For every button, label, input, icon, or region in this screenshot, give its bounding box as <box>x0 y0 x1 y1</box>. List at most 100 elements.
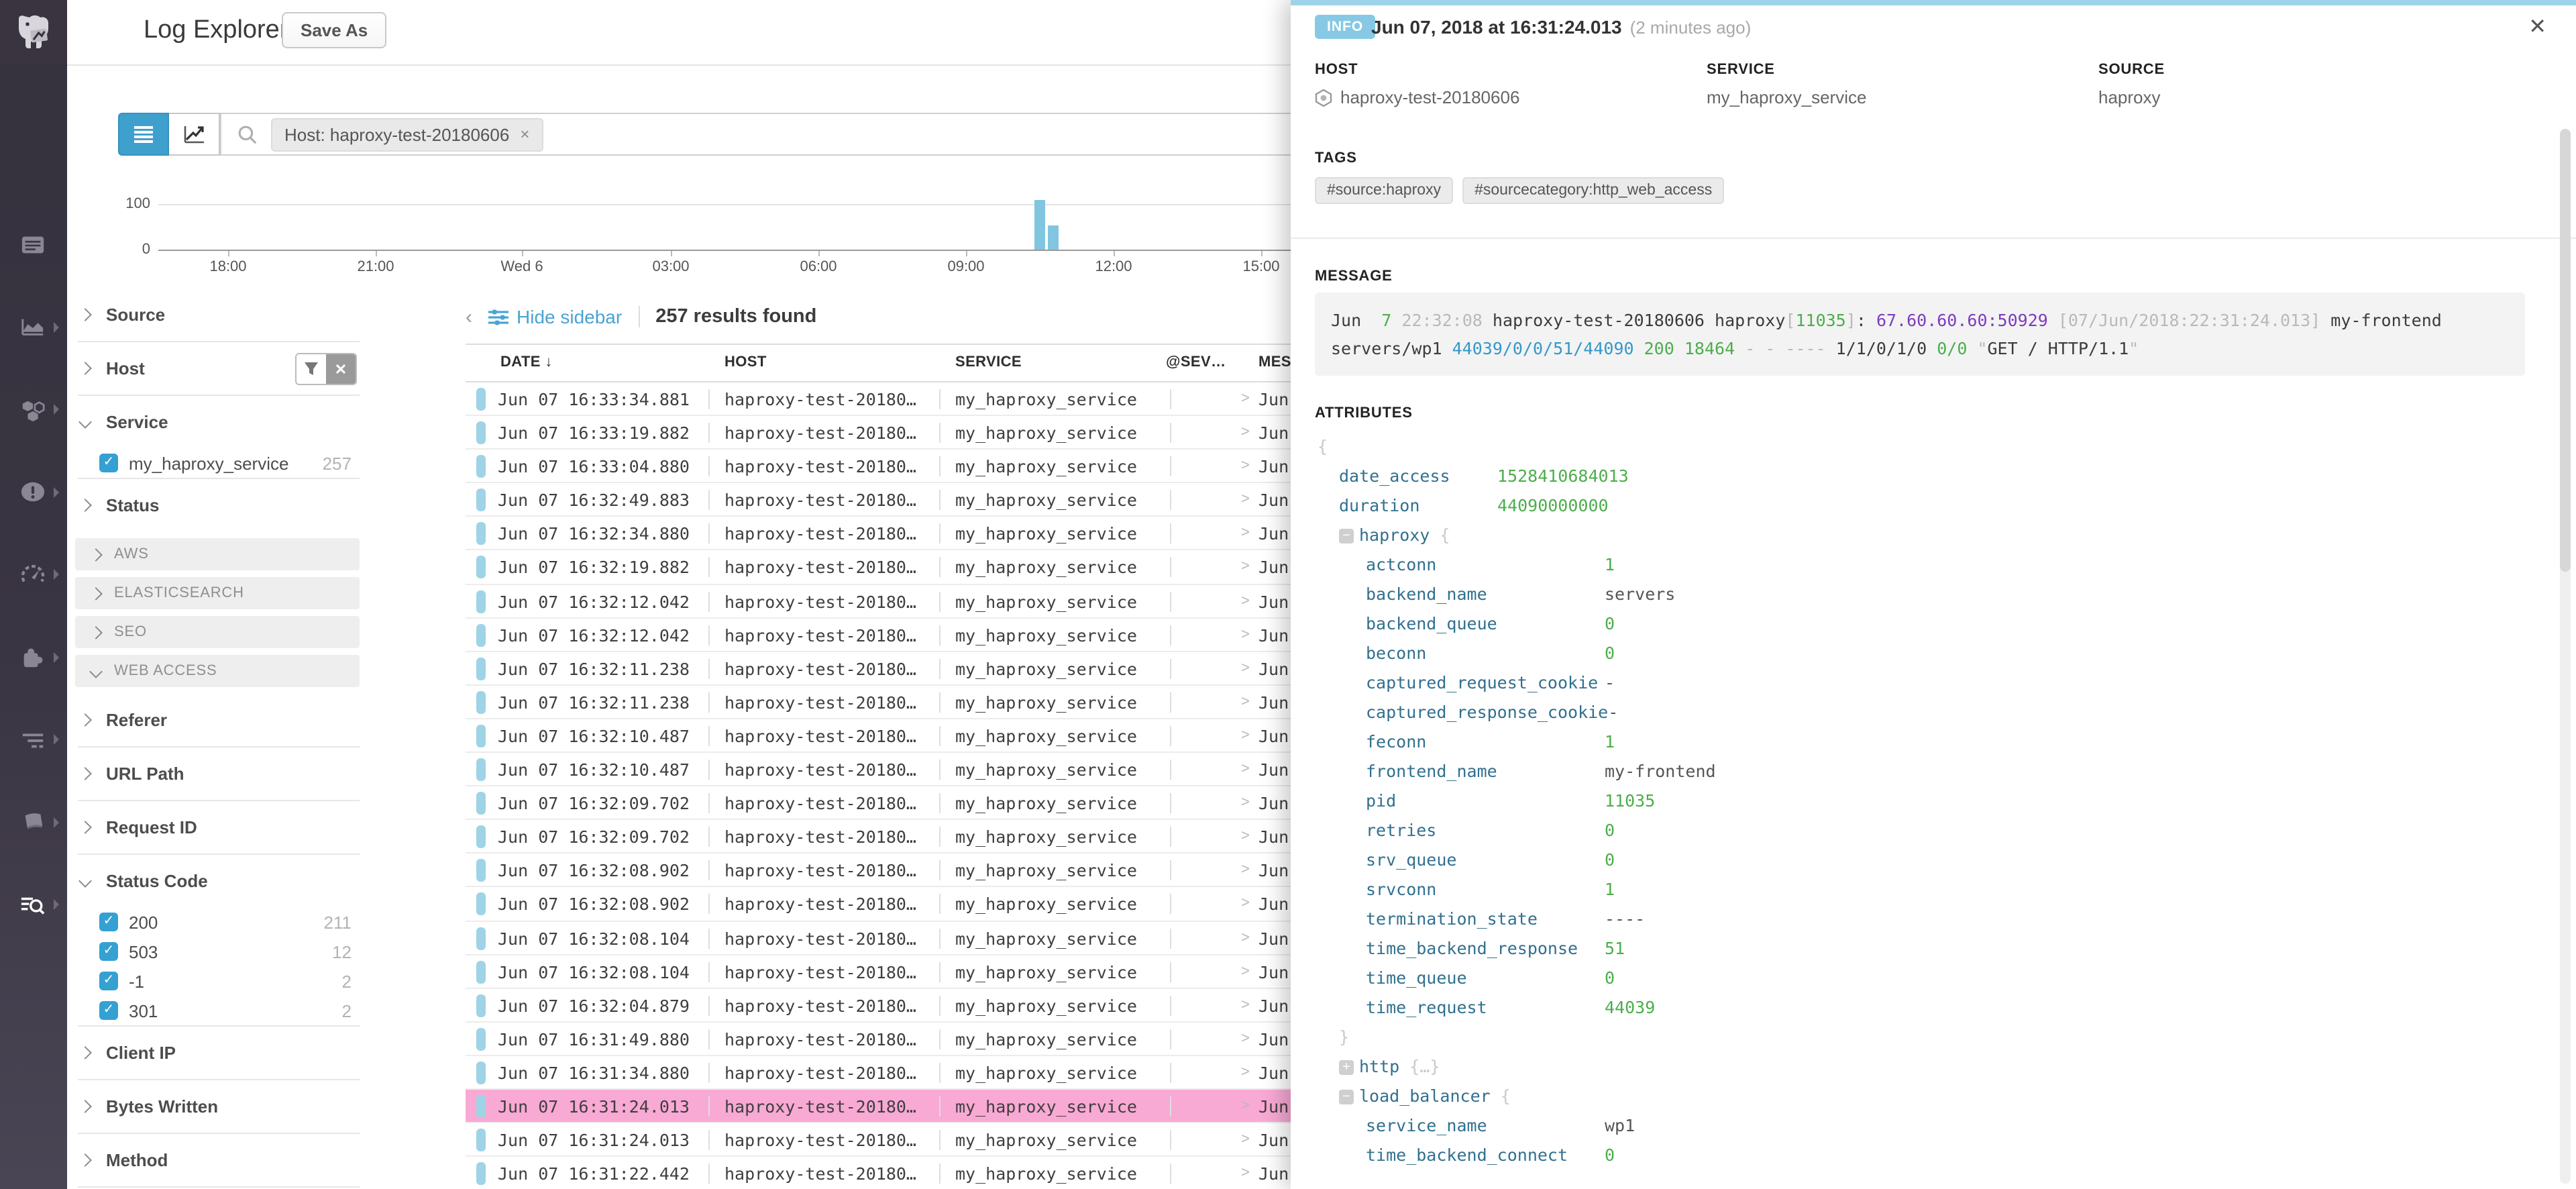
log-row[interactable]: Jun 07 16:32:12.042haproxy-test-20180…my… <box>466 618 1291 652</box>
expand-chevron-icon[interactable]: > <box>1241 652 1250 686</box>
meta-value[interactable]: haproxy-test-20180606 <box>1315 87 1519 107</box>
log-row[interactable]: Jun 07 16:32:08.104haproxy-test-20180…my… <box>466 921 1291 955</box>
expand-chevron-icon[interactable]: > <box>1241 1157 1250 1189</box>
expand-chevron-icon[interactable]: > <box>1241 921 1250 955</box>
facet-bytes-written[interactable]: Bytes Written <box>67 1080 365 1133</box>
log-row[interactable]: Jun 07 16:33:19.882haproxy-test-20180…my… <box>466 416 1291 450</box>
collapse-chevron-icon[interactable]: ‹ <box>466 305 472 328</box>
expand-chevron-icon[interactable]: > <box>1241 686 1250 719</box>
collapse-minus-icon[interactable]: − <box>1339 1089 1354 1104</box>
facet-value-row[interactable]: ✓200211 <box>67 907 365 937</box>
facet-group-seo[interactable]: SEO <box>75 616 360 648</box>
checkbox-checked[interactable]: ✓ <box>99 454 118 472</box>
meta-value[interactable]: haproxy <box>2098 87 2165 107</box>
expand-chevron-icon[interactable]: > <box>1241 382 1250 416</box>
log-row[interactable]: Jun 07 16:32:04.879haproxy-test-20180…my… <box>466 988 1291 1022</box>
expand-chevron-icon[interactable]: > <box>1241 484 1250 517</box>
log-row[interactable]: Jun 07 16:32:49.883haproxy-test-20180…my… <box>466 484 1291 517</box>
attribute-retries[interactable]: retries0 <box>1291 816 2552 845</box>
attribute-date_access[interactable]: date_access1528410684013 <box>1291 462 2552 491</box>
facet-clear-filter-button[interactable]: ✕ <box>326 354 356 384</box>
facet-group-web-access[interactable]: WEB ACCESS <box>75 655 360 687</box>
log-message[interactable]: Jun 7 22:32:08 haproxy-test-20180606 hap… <box>1315 293 2525 376</box>
log-row[interactable]: Jun 07 16:32:10.487haproxy-test-20180…my… <box>466 753 1291 786</box>
column-header-severity[interactable]: @SEV… <box>1166 345 1226 381</box>
log-row[interactable]: Jun 07 16:32:09.702haproxy-test-20180…my… <box>466 820 1291 854</box>
expand-chevron-icon[interactable]: > <box>1241 786 1250 820</box>
checkbox-checked[interactable]: ✓ <box>99 913 118 931</box>
expand-chevron-icon[interactable]: > <box>1241 1056 1250 1090</box>
facet-group-aws[interactable]: AWS <box>75 538 360 570</box>
facet-value-row[interactable]: ✓3012 <box>67 996 365 1025</box>
save-as-button[interactable]: Save As <box>282 12 386 48</box>
facet-value-row[interactable]: ✓-12 <box>67 966 365 996</box>
close-icon[interactable]: ✕ <box>2528 13 2546 40</box>
attribute-time_backend_connect[interactable]: time_backend_connect0 <box>1291 1141 2552 1170</box>
log-row[interactable]: Jun 07 16:32:19.882haproxy-test-20180…my… <box>466 551 1291 584</box>
nav-item-notebooks[interactable] <box>0 795 67 849</box>
facet-referer[interactable]: Referer <box>67 694 365 746</box>
checkbox-checked[interactable]: ✓ <box>99 972 118 990</box>
datadog-logo[interactable] <box>0 0 67 64</box>
attribute-node-load_balancer[interactable]: −load_balancer { <box>1291 1082 2552 1111</box>
facet-group-elasticsearch[interactable]: ELASTICSEARCH <box>75 577 360 609</box>
attribute-termination_state[interactable]: termination_state---- <box>1291 904 2552 934</box>
timeline-bar[interactable] <box>1034 200 1045 250</box>
facet-request-id[interactable]: Request ID <box>67 801 365 854</box>
attribute-time_backend_response[interactable]: time_backend_response51 <box>1291 934 2552 964</box>
log-row[interactable]: Jun 07 16:32:08.104haproxy-test-20180…my… <box>466 955 1291 988</box>
attribute-backend_name[interactable]: backend_nameservers <box>1291 580 2552 609</box>
attribute-srv_queue[interactable]: srv_queue0 <box>1291 845 2552 875</box>
attribute-node-haproxy[interactable]: −haproxy { <box>1291 521 2552 550</box>
expand-chevron-icon[interactable]: > <box>1241 584 1250 618</box>
expand-chevron-icon[interactable]: > <box>1241 753 1250 786</box>
facet-source[interactable]: Source <box>67 289 365 341</box>
facet-method[interactable]: Method <box>67 1134 365 1186</box>
log-row[interactable]: Jun 07 16:32:11.238haproxy-test-20180…my… <box>466 686 1291 719</box>
log-row[interactable]: Jun 07 16:32:11.238haproxy-test-20180…my… <box>466 652 1291 686</box>
log-row[interactable]: Jun 07 16:33:34.881haproxy-test-20180…my… <box>466 382 1291 416</box>
expand-chevron-icon[interactable]: > <box>1241 820 1250 854</box>
attribute-actconn[interactable]: actconn1 <box>1291 550 2552 580</box>
column-header-service[interactable]: SERVICE <box>955 345 1022 381</box>
column-header-host[interactable]: HOST <box>724 345 767 381</box>
attribute-service_name[interactable]: service_namewp1 <box>1291 1111 2552 1141</box>
log-row[interactable]: Jun 07 16:31:49.880haproxy-test-20180…my… <box>466 1023 1291 1056</box>
list-view-toggle[interactable] <box>118 113 169 156</box>
attribute-pid[interactable]: pid11035 <box>1291 786 2552 816</box>
facet-service[interactable]: Service <box>67 396 365 448</box>
expand-chevron-icon[interactable]: > <box>1241 988 1250 1022</box>
attribute-time_queue[interactable]: time_queue0 <box>1291 964 2552 993</box>
remove-filter-icon[interactable]: × <box>520 125 529 144</box>
facet-host[interactable]: Host✕ <box>67 342 365 395</box>
log-row[interactable]: Jun 07 16:32:12.042haproxy-test-20180…my… <box>466 584 1291 618</box>
log-row[interactable]: Jun 07 16:32:08.902haproxy-test-20180…my… <box>466 854 1291 888</box>
checkbox-checked[interactable]: ✓ <box>99 942 118 961</box>
facet-url-path[interactable]: URL Path <box>67 747 365 800</box>
expand-chevron-icon[interactable]: > <box>1241 618 1250 652</box>
expand-chevron-icon[interactable]: > <box>1241 450 1250 483</box>
nav-item-logs[interactable] <box>0 878 67 931</box>
log-row-selected[interactable]: Jun 07 16:31:24.013haproxy-test-20180…my… <box>466 1090 1291 1123</box>
log-row[interactable]: Jun 07 16:33:04.880haproxy-test-20180…my… <box>466 450 1291 483</box>
attribute-frontend_name[interactable]: frontend_namemy-frontend <box>1291 757 2552 786</box>
expand-chevron-icon[interactable]: > <box>1241 416 1250 450</box>
facet-client-ip[interactable]: Client IP <box>67 1027 365 1079</box>
log-row[interactable]: Jun 07 16:32:08.902haproxy-test-20180…my… <box>466 888 1291 921</box>
timeline-chart[interactable]: 100 0 18:0021:00Wed 603:0006:0009:0012:0… <box>0 174 1291 282</box>
log-row[interactable]: Jun 07 16:32:09.702haproxy-test-20180…my… <box>466 786 1291 820</box>
log-row[interactable]: Jun 07 16:31:22.442haproxy-test-20180…my… <box>466 1157 1291 1189</box>
expand-chevron-icon[interactable]: > <box>1241 1123 1250 1157</box>
filter-chip[interactable]: Host: haproxy-test-20180606 × <box>271 117 543 151</box>
nav-item-events[interactable] <box>0 465 67 519</box>
expand-chevron-icon[interactable]: > <box>1241 1023 1250 1056</box>
attribute-captured_request_cookie[interactable]: captured_request_cookie- <box>1291 668 2552 698</box>
facet-value-row[interactable]: ✓my_haproxy_service257 <box>67 448 365 478</box>
nav-item-pipelines[interactable] <box>0 713 67 766</box>
graph-view-toggle[interactable] <box>169 113 220 156</box>
expand-chevron-icon[interactable]: > <box>1241 551 1250 584</box>
attribute-srvconn[interactable]: srvconn1 <box>1291 875 2552 904</box>
attribute-beconn[interactable]: beconn0 <box>1291 639 2552 668</box>
attribute-time_request[interactable]: time_request44039 <box>1291 993 2552 1023</box>
tag-chip[interactable]: #sourcecategory:http_web_access <box>1462 177 1724 204</box>
